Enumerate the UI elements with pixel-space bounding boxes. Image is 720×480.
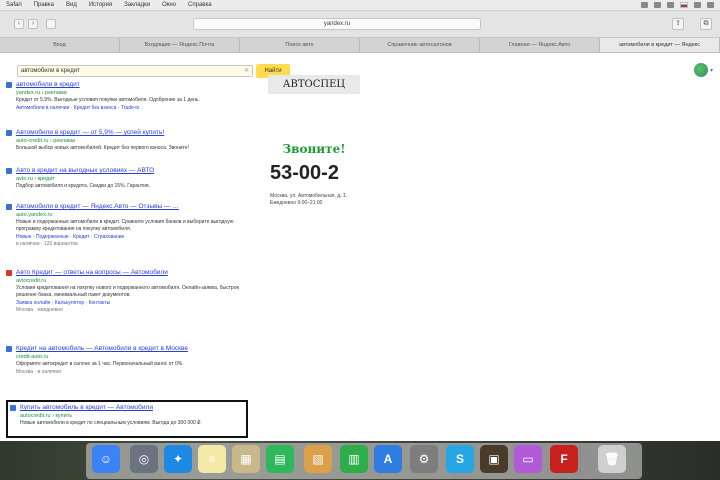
search-result: Авто Кредит — ответы на вопросы — Автомо… xyxy=(6,269,258,313)
result-title[interactable]: Автомобили в кредит — Яндекс.Авто — Отзы… xyxy=(6,203,258,210)
result-meta: Москва · ежедневно xyxy=(16,307,63,313)
result-url[interactable]: credit-auto.ru xyxy=(6,354,258,360)
avatar[interactable] xyxy=(694,63,708,77)
result-meta: в наличии · 120 вариантов xyxy=(16,241,78,247)
search-result: Автомобили в кредит — Яндекс.Авто — Отзы… xyxy=(6,203,258,247)
forward-button[interactable]: › xyxy=(28,19,38,29)
site-favicon-icon xyxy=(6,168,12,174)
result-url[interactable]: avtocredit.ru xyxy=(6,278,258,284)
more-icon[interactable]: ▾ xyxy=(710,67,718,74)
messages-icon[interactable]: ▤ xyxy=(266,445,294,473)
wifi-icon[interactable] xyxy=(641,2,648,8)
result-snippet: Подбор автомобиля и кредита. Скидки до 1… xyxy=(16,183,151,189)
safari-icon[interactable]: ✦ xyxy=(164,445,192,473)
highlighted-result: Купить автомобиль в кредит — Автомобили … xyxy=(6,400,248,438)
site-favicon-icon xyxy=(6,204,12,210)
result-url[interactable]: yandex.ru › реклама xyxy=(6,90,258,96)
result-title[interactable]: Авто в кредит на выгодных условиях — АВТ… xyxy=(6,167,258,174)
site-favicon-icon xyxy=(6,82,12,88)
finder-icon[interactable]: ☺ xyxy=(92,445,120,473)
menu-view[interactable]: Вид xyxy=(66,2,77,8)
back-button[interactable]: ‹ xyxy=(14,19,24,29)
ad-banner[interactable]: АВТОСПЕЦ Звоните! 53-00-2 Москва, ул. Ав… xyxy=(268,75,360,207)
site-favicon-icon xyxy=(10,405,16,411)
result-sitelinks[interactable]: Заявка онлайн · Калькулятор · Контакты xyxy=(6,300,258,306)
result-title[interactable]: автомобили в кредит xyxy=(6,81,258,88)
share-button[interactable]: ⇧ xyxy=(672,18,684,30)
photobooth-icon[interactable]: ▣ xyxy=(480,445,508,473)
site-favicon-icon xyxy=(6,346,12,352)
result-title[interactable]: Купить автомобиль в кредит — Автомобили xyxy=(10,404,246,411)
result-title[interactable]: Кредит на автомобиль — Автомобили в кред… xyxy=(6,345,258,352)
result-title[interactable]: Авто Кредит — ответы на вопросы — Автомо… xyxy=(6,269,258,276)
notes-icon[interactable]: ≡ xyxy=(198,445,226,473)
result-snippet: Новые автомобили в кредит по специальным… xyxy=(20,420,202,426)
result-snippet: Кредит от 5,9%. Выгодные условия покупки… xyxy=(16,97,200,103)
address-bar[interactable]: yandex.ru xyxy=(193,18,481,30)
ad-slogan: Звоните! xyxy=(282,142,346,156)
menu-window[interactable]: Окно xyxy=(162,2,176,8)
result-meta: Москва · в наличии xyxy=(16,369,62,375)
appstore-icon[interactable]: A xyxy=(374,445,402,473)
tab-bar: Вход Входящие — Яндекс.Почта Поиск авто … xyxy=(0,38,720,53)
result-snippet: Оформите автокредит в салоне за 1 час. П… xyxy=(16,361,184,367)
ad-brand: АВТОСПЕЦ xyxy=(268,75,360,94)
result-url[interactable]: auto.yandex.ru xyxy=(6,212,258,218)
tab-mail[interactable]: Входящие — Яндекс.Почта xyxy=(120,38,240,52)
result-snippet: Большой выбор новых автомобилей. Кредит … xyxy=(16,145,189,151)
search-result: автомобили в кредит yandex.ru › реклама … xyxy=(6,81,258,111)
sidebar-button[interactable] xyxy=(46,19,56,29)
tab-login[interactable]: Вход xyxy=(0,38,120,52)
menu-history[interactable]: История xyxy=(89,2,112,8)
result-url[interactable]: auto-credit.ru › реклама xyxy=(6,138,258,144)
tab-dealers[interactable]: Справочник автосалонов xyxy=(360,38,480,52)
spotlight-icon[interactable] xyxy=(694,2,701,8)
dock: ☺ ◎ ✦ ≡ ▦ ▤ ▧ ▥ A ⚙ S ▣ ▭ F 🗑 xyxy=(0,441,720,480)
battery-icon[interactable] xyxy=(667,2,674,8)
dock-separator xyxy=(580,445,581,473)
result-snippet: Условия кредитования на покупку нового и… xyxy=(16,285,240,298)
site-favicon-icon xyxy=(6,270,12,276)
notification-center-icon[interactable] xyxy=(707,2,714,8)
search-result: Автомобили в кредит — от 5,9% — успей ку… xyxy=(6,129,258,152)
tab-yandex-auto[interactable]: Главная — Яндекс.Авто xyxy=(480,38,600,52)
result-sitelinks[interactable]: Новые · Подержанные · Кредит · Страхован… xyxy=(6,234,258,240)
settings-icon[interactable]: ⚙ xyxy=(410,445,438,473)
stickies-icon[interactable]: ▭ xyxy=(514,445,542,473)
launchpad-icon[interactable]: ◎ xyxy=(130,445,158,473)
menu-bar: Safari Правка Вид История Закладки Окно … xyxy=(0,0,720,11)
status-icons xyxy=(641,2,714,8)
result-sitelinks[interactable]: Автомобили в наличии · Кредит без взноса… xyxy=(6,105,258,111)
site-favicon-icon xyxy=(6,130,12,136)
tab-car-search[interactable]: Поиск авто xyxy=(240,38,360,52)
ad-address: Москва, ул. Автомобильная, д. 1. Ежеднев… xyxy=(270,193,348,206)
numbers-icon[interactable]: ▥ xyxy=(340,445,368,473)
search-result: Кредит на автомобиль — Автомобили в кред… xyxy=(6,345,258,375)
preview-icon[interactable]: ▧ xyxy=(304,445,332,473)
page-content: автомобили в кредит ✕ Найти ▾ автомобили… xyxy=(0,53,720,441)
menu-safari[interactable]: Safari xyxy=(6,2,22,8)
result-url[interactable]: autocredit.ru › купить xyxy=(10,413,246,419)
menu-edit[interactable]: Правка xyxy=(34,2,54,8)
menu-help[interactable]: Справка xyxy=(188,2,212,8)
result-url[interactable]: avto.ru › кредит xyxy=(6,176,258,182)
browser-toolbar: ‹ › yandex.ru ⇧ ⧉ xyxy=(0,11,720,38)
menu-bookmarks[interactable]: Закладки xyxy=(124,2,150,8)
result-title[interactable]: Автомобили в кредит — от 5,9% — успей ку… xyxy=(6,129,258,136)
search-input[interactable]: автомобили в кредит ✕ xyxy=(17,65,253,77)
volume-icon[interactable] xyxy=(654,2,661,8)
clear-icon[interactable]: ✕ xyxy=(244,66,249,76)
photos-icon[interactable]: ▦ xyxy=(232,445,260,473)
input-language-icon[interactable] xyxy=(680,2,688,8)
skype-icon[interactable]: S xyxy=(446,445,474,473)
tabs-overview-button[interactable]: ⧉ xyxy=(700,18,712,30)
tab-search-results[interactable]: автомобили в кредит — Яндекс xyxy=(600,38,720,52)
search-result: Авто в кредит на выгодных условиях — АВТ… xyxy=(6,167,258,190)
search-query: автомобили в кредит xyxy=(21,68,80,74)
ad-phone: 53-00-2 xyxy=(270,162,339,184)
search-result: Купить автомобиль в кредит — Автомобили … xyxy=(10,404,246,427)
result-snippet: Новые и подержанные автомобили в кредит.… xyxy=(16,219,234,232)
trash-icon[interactable]: 🗑 xyxy=(598,445,626,473)
filezilla-icon[interactable]: F xyxy=(550,445,578,473)
